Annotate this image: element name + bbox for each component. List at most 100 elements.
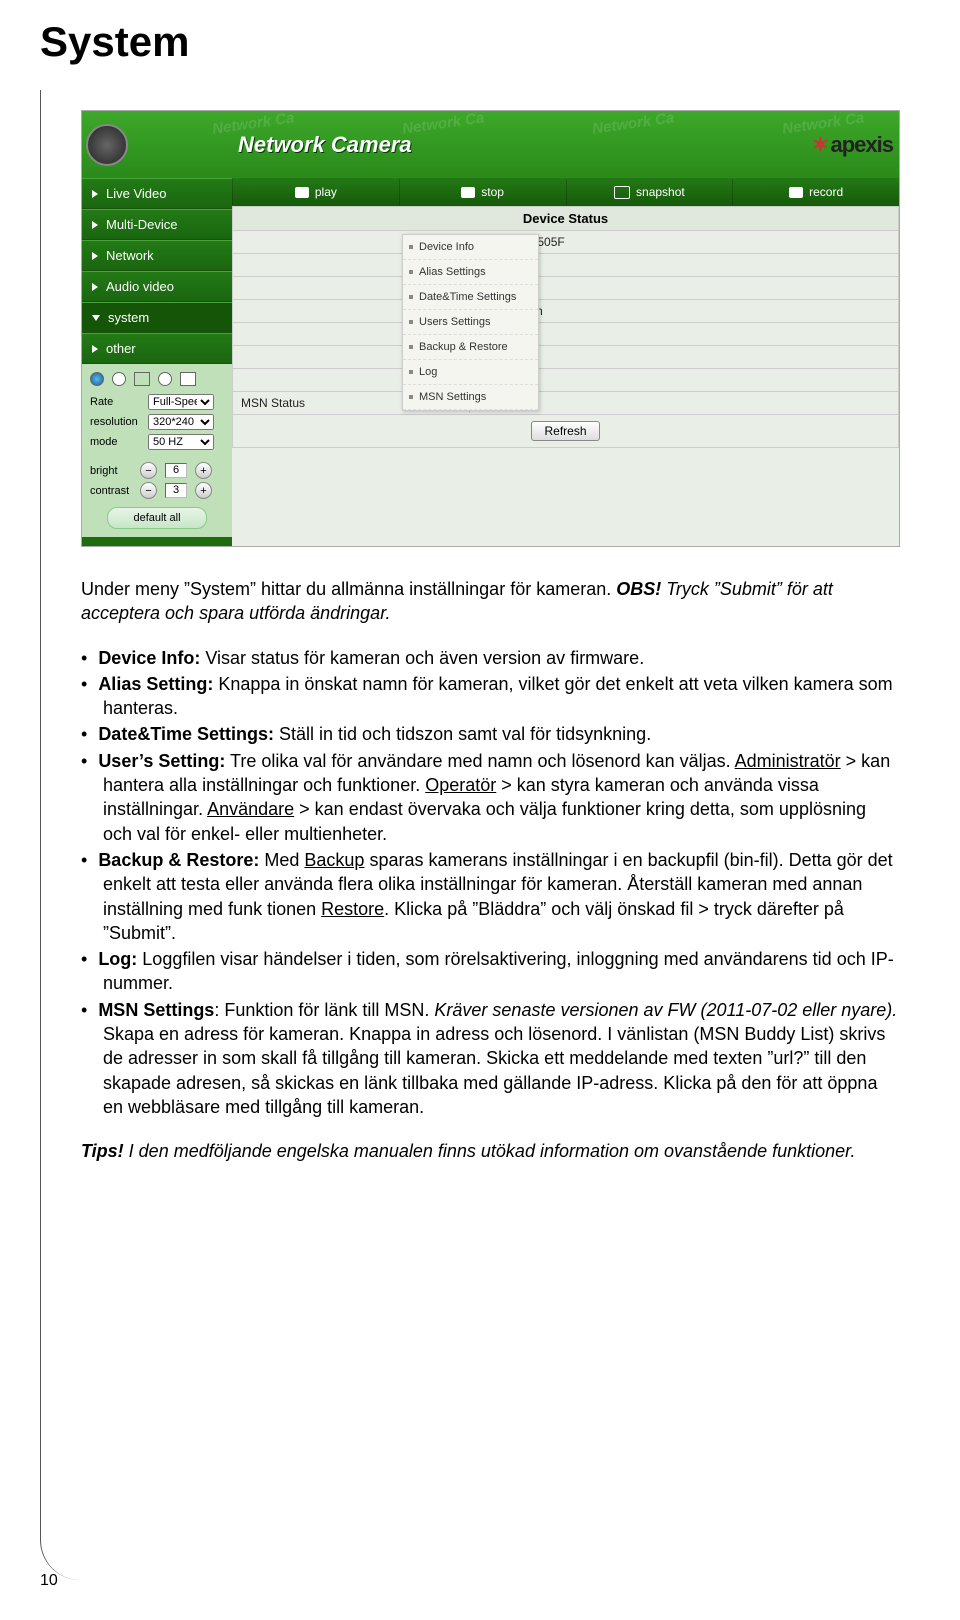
intro-paragraph: Under meny ”System” hittar du allmänna i… bbox=[81, 577, 900, 626]
play-button[interactable]: play bbox=[232, 179, 399, 205]
record-button[interactable]: record bbox=[732, 179, 899, 205]
watermark: Network Ca bbox=[591, 109, 675, 137]
table-row: Macab Cam bbox=[232, 300, 899, 323]
mode-select[interactable]: 50 HZ bbox=[148, 434, 214, 450]
contrast-minus-button[interactable]: − bbox=[140, 482, 157, 499]
nav-multi-device[interactable]: Multi-Device bbox=[82, 209, 232, 240]
stop-button[interactable]: stop bbox=[399, 179, 566, 205]
record-icon bbox=[789, 187, 803, 198]
bright-row: bright − 6 + bbox=[90, 462, 224, 479]
obs-label: OBS! bbox=[616, 579, 661, 599]
contrast-plus-button[interactable]: + bbox=[195, 482, 212, 499]
rate-label: Rate bbox=[90, 396, 148, 408]
snapshot-button[interactable]: snapshot bbox=[566, 179, 733, 205]
submenu-users-settings[interactable]: Users Settings bbox=[403, 310, 538, 335]
list-item: Log: Loggfilen visar händelser i tiden, … bbox=[81, 947, 900, 996]
header-title: Network Camera bbox=[238, 132, 412, 158]
main-column: Network Ca Network Ca Network Ca Network… bbox=[232, 111, 899, 546]
contrast-value: 3 bbox=[165, 483, 187, 498]
list-item: MSN Settings: Funktion för länk till MSN… bbox=[81, 998, 900, 1119]
nav-live-video-label: Live Video bbox=[106, 186, 166, 201]
nav-network[interactable]: Network bbox=[82, 240, 232, 271]
status-title: Device Status bbox=[232, 206, 899, 231]
screenshot-panel: Live Video Multi-Device Network Audio vi… bbox=[81, 110, 900, 547]
submenu-backup-restore[interactable]: Backup & Restore bbox=[403, 335, 538, 360]
camera-icon bbox=[86, 124, 128, 166]
rate-row: Rate Full-Spee bbox=[90, 394, 224, 410]
nav-other[interactable]: other bbox=[82, 333, 232, 364]
grid-1-icon[interactable] bbox=[134, 372, 150, 386]
submenu-msn-settings[interactable]: MSN Settings bbox=[403, 385, 538, 410]
contrast-row: contrast − 3 + bbox=[90, 482, 224, 499]
grid-4-icon[interactable] bbox=[180, 372, 196, 386]
nav-item-label: other bbox=[106, 341, 136, 356]
app-header: Network Ca Network Ca Network Ca Network… bbox=[232, 111, 899, 178]
rate-select[interactable]: Full-Spee bbox=[148, 394, 214, 410]
submenu-device-info[interactable]: Device Info bbox=[403, 235, 538, 260]
page-frame: Live Video Multi-Device Network Audio vi… bbox=[40, 90, 920, 1580]
contrast-label: contrast bbox=[90, 485, 132, 497]
triangle-right-icon bbox=[92, 190, 98, 198]
mode-row: mode 50 HZ bbox=[90, 434, 224, 450]
table-row: 000DC5D1505F bbox=[232, 231, 899, 254]
nav-item-label: Audio video bbox=[106, 279, 174, 294]
nav-live-video[interactable]: Live Video bbox=[82, 178, 232, 209]
play-label: play bbox=[315, 185, 337, 199]
tips-label: Tips! bbox=[81, 1141, 124, 1161]
nav-item-label: system bbox=[108, 310, 149, 325]
tips-paragraph: Tips! I den medföljande engelska manuale… bbox=[81, 1139, 900, 1163]
submenu-datetime-settings[interactable]: Date&Time Settings bbox=[403, 285, 538, 310]
snapshot-label: snapshot bbox=[636, 185, 685, 199]
refresh-button[interactable]: Refresh bbox=[531, 421, 599, 441]
page-title: System bbox=[40, 18, 189, 66]
camera-dot-icon[interactable] bbox=[158, 372, 172, 386]
triangle-right-icon bbox=[92, 252, 98, 260]
sidebar: Live Video Multi-Device Network Audio vi… bbox=[82, 111, 232, 546]
triangle-down-icon bbox=[92, 315, 100, 321]
main-area: Device Info Alias Settings Date&Time Set… bbox=[232, 206, 899, 546]
default-all-button[interactable]: default all bbox=[107, 507, 207, 529]
nav-item-label: Network bbox=[106, 248, 154, 263]
camera-dot-active-icon[interactable] bbox=[90, 372, 104, 386]
brand-star-icon: ✶ bbox=[811, 132, 828, 157]
play-icon bbox=[295, 187, 309, 198]
submenu-alias-settings[interactable]: Alias Settings bbox=[403, 260, 538, 285]
list-item: User’s Setting: Tre olika val för använd… bbox=[81, 749, 900, 846]
toolbar: play stop snapshot record bbox=[232, 178, 899, 206]
sidebar-header bbox=[82, 111, 232, 178]
camera-selector[interactable] bbox=[90, 372, 224, 386]
resolution-select[interactable]: 320*240 bbox=[148, 414, 214, 430]
snapshot-icon bbox=[614, 186, 630, 199]
record-label: record bbox=[809, 185, 843, 199]
bright-plus-button[interactable]: + bbox=[195, 462, 212, 479]
table-row: No Action bbox=[232, 369, 899, 392]
resolution-label: resolution bbox=[90, 416, 148, 428]
triangle-right-icon bbox=[92, 283, 98, 291]
triangle-right-icon bbox=[92, 345, 98, 353]
list-item: Date&Time Settings: Ställ in tid och tid… bbox=[81, 722, 900, 746]
cell-value: 20.8.3.63 bbox=[480, 278, 898, 298]
watermark: Network Ca bbox=[401, 109, 485, 137]
system-submenu: Device Info Alias Settings Date&Time Set… bbox=[402, 234, 539, 411]
table-row: UI Version 20.8.3.63 bbox=[232, 277, 899, 300]
resolution-row: resolution 320*240 bbox=[90, 414, 224, 430]
nav-system[interactable]: system bbox=[82, 302, 232, 333]
triangle-right-icon bbox=[92, 221, 98, 229]
bright-value: 6 bbox=[165, 463, 187, 478]
table-row: n 17.25.2.36 bbox=[232, 254, 899, 277]
submenu-log[interactable]: Log bbox=[403, 360, 538, 385]
bright-label: bright bbox=[90, 465, 132, 477]
nav-audio-video[interactable]: Audio video bbox=[82, 271, 232, 302]
table-row: MSN Status No Action bbox=[232, 392, 899, 415]
stop-icon bbox=[461, 187, 475, 198]
bright-minus-button[interactable]: − bbox=[140, 462, 157, 479]
camera-dot-icon[interactable] bbox=[112, 372, 126, 386]
page-number: 10 bbox=[40, 1572, 58, 1590]
brand-logo: ✶apexis bbox=[811, 132, 893, 158]
bullet-list: Device Info: Visar status för kameran oc… bbox=[81, 646, 900, 1120]
list-item: Device Info: Visar status för kameran oc… bbox=[81, 646, 900, 670]
device-status-table: Device Status 000DC5D1505F n 17.25.2.36 … bbox=[232, 206, 899, 448]
table-row: No Action bbox=[232, 346, 899, 369]
mode-label: mode bbox=[90, 436, 148, 448]
list-item: Alias Setting: Knappa in önskat namn för… bbox=[81, 672, 900, 721]
